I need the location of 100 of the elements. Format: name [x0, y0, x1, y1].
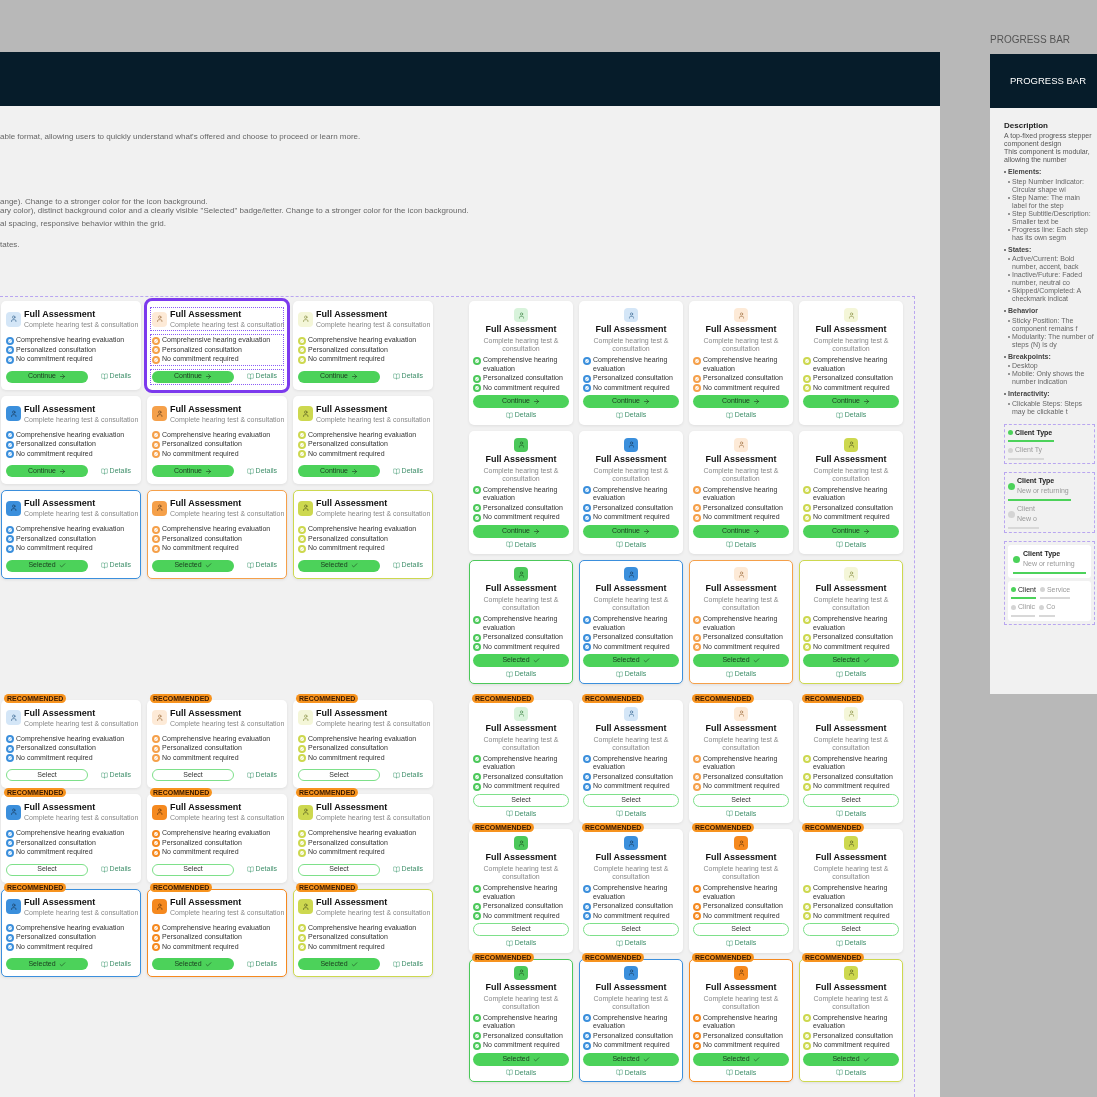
card-title: Full Assessment — [24, 707, 97, 719]
check-icon — [58, 562, 66, 569]
card-title: Full Assessment — [595, 852, 667, 863]
check-icon — [752, 1055, 760, 1063]
book-icon — [505, 411, 513, 419]
card-title: Full Assessment — [316, 896, 389, 908]
arrow-right-icon — [59, 373, 66, 380]
card-title: Full Assessment — [24, 498, 97, 509]
card-title: Full Assessment — [485, 981, 557, 993]
card-title: Full Assessment — [815, 981, 887, 993]
book-icon — [100, 467, 108, 475]
description-text: ange). Change to a stronger color for the icon background. — [0, 197, 209, 206]
card-title: Full Assessment — [170, 802, 243, 813]
check-icon — [532, 1055, 540, 1063]
card-title: Full Assessment — [316, 498, 389, 509]
book-icon — [615, 810, 623, 818]
arrow-right-icon — [863, 398, 870, 405]
description-heading: Description — [1004, 120, 1049, 132]
book-icon — [835, 411, 843, 419]
card-title: Full Assessment — [24, 309, 97, 320]
card-title: Full Assessment — [815, 722, 887, 734]
book-icon — [505, 1069, 513, 1077]
card-title: Full Assessment — [705, 852, 777, 863]
header-title: PROGRESS BAR — [1010, 73, 1087, 88]
card-title: Full Assessment — [24, 802, 97, 813]
book-icon — [505, 541, 513, 549]
book-icon — [246, 960, 254, 968]
check-icon — [642, 1055, 650, 1063]
card-title: Full Assessment — [24, 896, 97, 908]
arrow-right-icon — [643, 398, 650, 405]
description-text: ary color), distinct background color and a clearly visible "Selected" badge/letter. Change to a stronger color for the icon background. — [0, 206, 470, 215]
card-title: Full Assessment — [815, 324, 887, 335]
card-title: Full Assessment — [170, 896, 243, 908]
card-title: Full Assessment — [595, 324, 667, 335]
card-title: Full Assessment — [485, 324, 557, 335]
book-icon — [835, 939, 843, 947]
book-icon — [246, 866, 254, 873]
arrow-right-icon — [205, 373, 212, 380]
book-icon — [615, 411, 623, 419]
book-icon — [100, 562, 108, 569]
card-title: Full Assessment — [595, 722, 667, 734]
arrow-right-icon — [59, 467, 66, 475]
book-icon — [392, 562, 400, 569]
card-title: Full Assessment — [815, 453, 887, 465]
book-icon — [505, 670, 513, 678]
artboard-label: PROGRESS BAR — [990, 33, 1072, 47]
card-title: Full Assessment — [24, 403, 97, 415]
book-icon — [246, 771, 254, 779]
book-icon — [615, 1069, 623, 1077]
description-text: al spacing, responsive behavior within the grid. — [0, 219, 167, 228]
book-icon — [725, 1069, 733, 1077]
book-icon — [100, 373, 108, 380]
card-title: Full Assessment — [170, 309, 243, 320]
book-icon — [725, 670, 733, 678]
card-title: Full Assessment — [485, 583, 557, 594]
book-icon — [392, 467, 400, 475]
card-title: Full Assessment — [705, 324, 777, 335]
arrow-right-icon — [351, 373, 358, 380]
card-title: Full Assessment — [595, 583, 667, 594]
book-icon — [725, 810, 733, 818]
book-icon — [615, 670, 623, 678]
card-title: Full Assessment — [815, 852, 887, 863]
book-icon — [615, 541, 623, 549]
check-icon — [350, 562, 358, 569]
book-icon — [392, 960, 400, 968]
book-icon — [725, 939, 733, 947]
book-icon — [615, 939, 623, 947]
description-text: tates. — [0, 240, 21, 249]
check-icon — [642, 657, 650, 664]
arrow-right-icon — [753, 527, 760, 535]
check-icon — [350, 960, 358, 968]
book-icon — [835, 670, 843, 678]
arrow-right-icon — [643, 527, 650, 535]
card-title: Full Assessment — [595, 453, 667, 465]
book-icon — [835, 1069, 843, 1077]
card-title: Full Assessment — [170, 707, 243, 719]
card-title: Full Assessment — [705, 453, 777, 465]
description-text: able format, allowing users to quickly understand what's offered and choose to proceed or learn more. — [0, 132, 362, 141]
book-icon — [835, 810, 843, 818]
check-icon — [532, 657, 540, 664]
check-icon — [204, 562, 212, 569]
card-title: Full Assessment — [705, 583, 777, 594]
book-icon — [246, 467, 254, 475]
book-icon — [246, 373, 254, 380]
card-title: Full Assessment — [705, 722, 777, 734]
arrow-right-icon — [351, 467, 358, 475]
book-icon — [100, 866, 108, 873]
card-title: Full Assessment — [170, 403, 243, 415]
check-icon — [752, 657, 760, 664]
book-icon — [505, 810, 513, 818]
card-title: Full Assessment — [170, 498, 243, 509]
check-icon — [862, 657, 870, 664]
arrow-right-icon — [533, 527, 540, 535]
check-icon — [204, 960, 212, 968]
book-icon — [835, 541, 843, 549]
card-title: Full Assessment — [485, 453, 557, 465]
book-icon — [392, 866, 400, 873]
arrow-right-icon — [533, 398, 540, 405]
book-icon — [100, 960, 108, 968]
card-title: Full Assessment — [316, 309, 389, 320]
